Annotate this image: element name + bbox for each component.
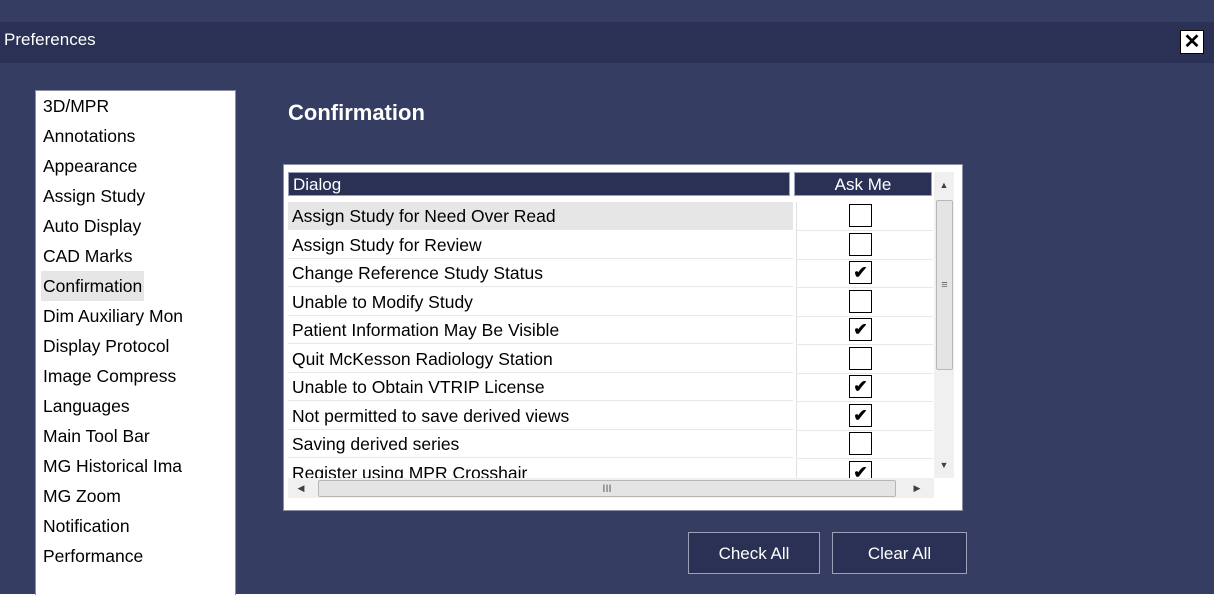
ask-me-checkbox[interactable] bbox=[849, 289, 872, 313]
clear-all-button[interactable]: Clear All bbox=[832, 532, 967, 574]
table-row[interactable]: Not permitted to save derived views ✔ bbox=[288, 401, 933, 431]
table-row[interactable]: Quit McKesson Radiology Station bbox=[288, 344, 933, 374]
ask-me-cell bbox=[796, 430, 933, 459]
ask-me-checkbox[interactable]: ✔ bbox=[849, 318, 872, 341]
preferences-dialog: Preferences ✕ 3D/MPR Annotations Appearanc… bbox=[0, 0, 1214, 595]
table-row[interactable]: Unable to Modify Study bbox=[288, 287, 933, 317]
sidebar-item[interactable]: Appearance bbox=[41, 151, 139, 181]
ask-me-checkbox[interactable]: ✔ bbox=[849, 261, 872, 284]
table-body: Assign Study for Need Over Read Assign St… bbox=[284, 202, 938, 478]
dialog-name: Assign Study for Need Over Read bbox=[288, 202, 793, 230]
table-row[interactable]: Assign Study for Review bbox=[288, 230, 933, 260]
check-all-button[interactable]: Check All bbox=[688, 532, 820, 574]
dialog-name: Assign Study for Review bbox=[288, 231, 793, 259]
table-row[interactable]: Assign Study for Need Over Read bbox=[288, 202, 933, 231]
table-row[interactable]: Change Reference Study Status ✔ bbox=[288, 259, 933, 288]
confirmation-table: Dialog Ask Me Assign Study for Need Over… bbox=[283, 164, 963, 511]
dialog-name: Change Reference Study Status bbox=[288, 259, 793, 287]
column-header-ask-me[interactable]: Ask Me bbox=[794, 172, 932, 196]
ask-me-cell bbox=[796, 230, 933, 260]
sidebar-item[interactable]: Languages bbox=[41, 391, 132, 421]
ask-me-checkbox[interactable] bbox=[849, 346, 872, 370]
sidebar-item[interactable]: CAD Marks bbox=[41, 241, 134, 271]
ask-me-checkbox[interactable]: ✔ bbox=[849, 460, 872, 478]
close-icon[interactable]: ✕ bbox=[1180, 30, 1204, 54]
ask-me-checkbox[interactable]: ✔ bbox=[849, 375, 872, 398]
sidebar-item[interactable]: Main Tool Bar bbox=[41, 421, 152, 451]
sidebar-item[interactable]: Assign Study bbox=[41, 181, 147, 211]
sidebar-item[interactable]: Confirmation bbox=[41, 271, 145, 301]
table-row[interactable]: Patient Information May Be Visible ✔ bbox=[288, 316, 933, 345]
sidebar-item[interactable]: 3D/MPR bbox=[41, 91, 111, 121]
scroll-up-icon[interactable]: ▲ bbox=[934, 176, 954, 194]
sidebar-item[interactable]: MG Zoom bbox=[41, 481, 123, 511]
dialog-name: Saving derived series bbox=[288, 430, 793, 458]
sidebar-item[interactable]: MG Historical Ima bbox=[41, 451, 184, 481]
table-row[interactable]: Unable to Obtain VTRIP License ✔ bbox=[288, 373, 933, 402]
dialog-name: Not permitted to save derived views bbox=[288, 402, 793, 430]
sidebar-item[interactable]: Notification bbox=[41, 511, 132, 541]
ask-me-cell: ✔ bbox=[796, 458, 933, 478]
ask-me-cell: ✔ bbox=[796, 316, 933, 345]
window-title: Preferences bbox=[4, 30, 96, 49]
category-list[interactable]: 3D/MPR Annotations Appearance Assign Study A… bbox=[35, 90, 236, 595]
sidebar-item[interactable]: Dim Auxiliary Mon bbox=[41, 301, 185, 331]
sidebar-item[interactable]: Display Protocol bbox=[41, 331, 171, 361]
ask-me-checkbox[interactable] bbox=[849, 232, 872, 256]
ask-me-checkbox[interactable] bbox=[849, 204, 872, 227]
scroll-down-icon[interactable]: ▼ bbox=[934, 456, 954, 474]
ask-me-cell bbox=[796, 344, 933, 374]
sidebar-item[interactable]: Image Compress bbox=[41, 361, 178, 391]
ask-me-checkbox[interactable] bbox=[849, 432, 872, 455]
ask-me-cell: ✔ bbox=[796, 259, 933, 288]
title-bar: Preferences ✕ bbox=[0, 0, 1214, 80]
ask-me-cell: ✔ bbox=[796, 401, 933, 431]
sidebar-item[interactable]: Auto Display bbox=[41, 211, 143, 241]
table-vertical-scroll-thumb[interactable]: ≡ bbox=[936, 200, 953, 370]
grip-icon: ≡ bbox=[941, 279, 948, 291]
ask-me-cell: ✔ bbox=[796, 373, 933, 402]
ask-me-checkbox[interactable]: ✔ bbox=[849, 403, 872, 427]
title-strip bbox=[0, 22, 1214, 63]
sidebar-item[interactable]: Annotations bbox=[41, 121, 137, 151]
table-row[interactable]: Register using MPR Crosshair ✔ bbox=[288, 458, 933, 479]
ask-me-cell bbox=[796, 287, 933, 317]
scroll-right-icon[interactable]: ▶ bbox=[908, 479, 926, 497]
dialog-name: Unable to Modify Study bbox=[288, 288, 793, 316]
table-horizontal-scrollbar[interactable]: ◀ III ▶ bbox=[288, 478, 934, 498]
ask-me-cell bbox=[796, 202, 933, 231]
grip-icon: III bbox=[602, 482, 612, 495]
dialog-name: Quit McKesson Radiology Station bbox=[288, 345, 793, 373]
column-header-dialog[interactable]: Dialog bbox=[288, 172, 790, 196]
scroll-left-icon[interactable]: ◀ bbox=[292, 479, 310, 497]
dialog-name: Register using MPR Crosshair bbox=[288, 459, 793, 479]
sidebar-item[interactable]: Performance bbox=[41, 541, 145, 571]
section-title: Confirmation bbox=[288, 100, 425, 125]
table-row[interactable]: Saving derived series bbox=[288, 430, 933, 459]
table-vertical-scrollbar[interactable]: ▲ ≡ ▼ bbox=[934, 172, 954, 478]
table-horizontal-scroll-thumb[interactable]: III bbox=[318, 480, 896, 497]
dialog-name: Unable to Obtain VTRIP License bbox=[288, 373, 793, 401]
dialog-name: Patient Information May Be Visible bbox=[288, 316, 793, 344]
